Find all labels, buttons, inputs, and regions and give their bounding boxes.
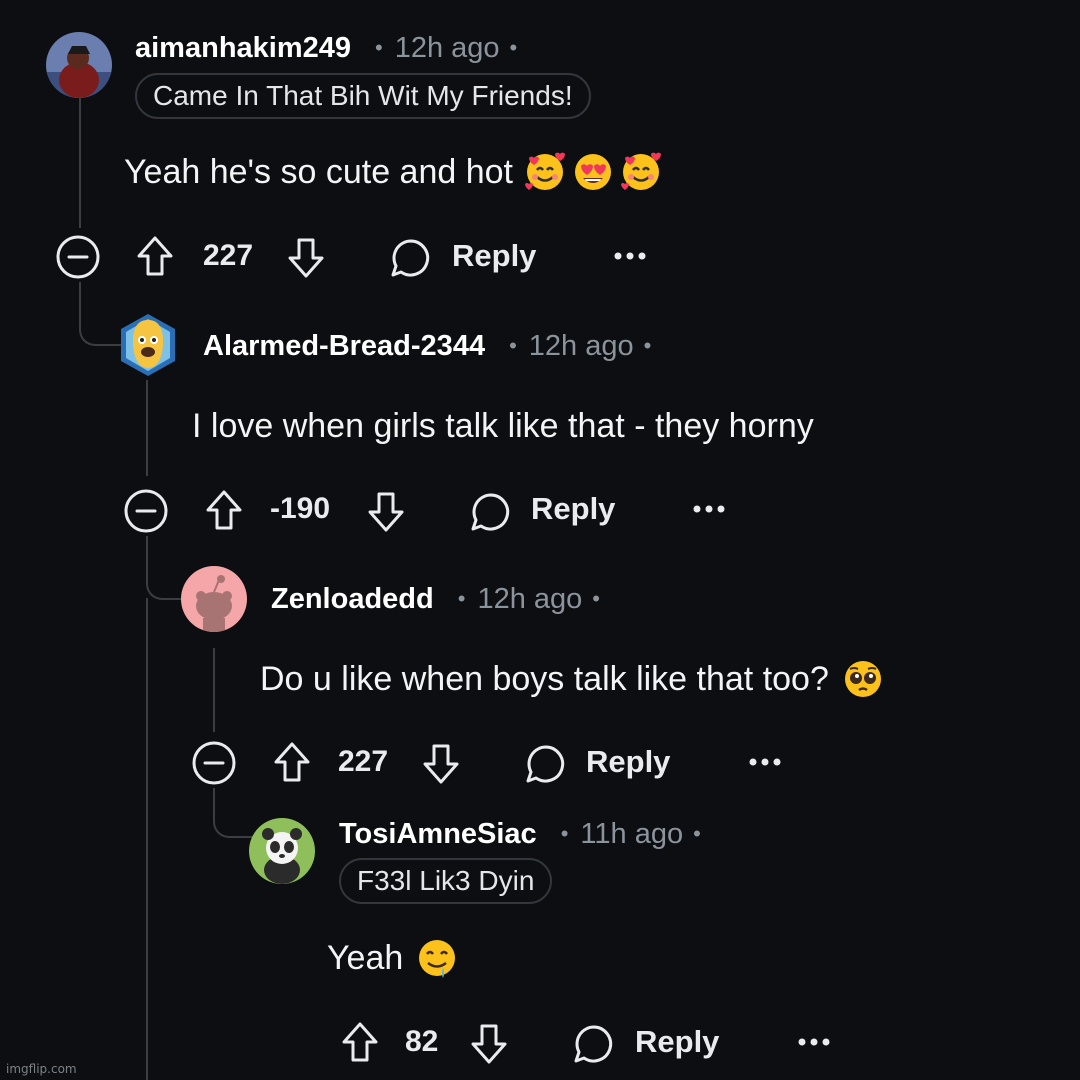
username[interactable]: Zenloadedd: [271, 583, 434, 616]
more-options-icon[interactable]: [797, 1037, 831, 1047]
collapse-icon[interactable]: [123, 488, 169, 534]
thread-elbow: [146, 536, 186, 600]
avatar[interactable]: [181, 566, 247, 632]
vote-score: -190: [270, 492, 331, 525]
heart-eyes-icon: [571, 150, 615, 194]
avatar[interactable]: [46, 32, 112, 98]
user-flair: Came In That Bih Wit My Friends!: [135, 73, 591, 119]
timestamp: 12h ago: [477, 582, 583, 615]
upvote-icon[interactable]: [204, 488, 244, 532]
upvote-icon[interactable]: [272, 740, 312, 784]
thread-elbow: [79, 282, 121, 346]
more-options-icon[interactable]: [692, 504, 726, 514]
separator-dot: •: [560, 821, 569, 846]
drooling-face-icon: [415, 936, 459, 980]
reply-bubble-icon[interactable]: [469, 490, 513, 534]
comment-header: TosiAmneSiac • 11h ago •: [339, 814, 701, 854]
user-flair: F33l Lik3 Dyin: [339, 858, 553, 904]
vote-score: 227: [338, 745, 389, 778]
smiling-face-with-hearts-icon: [619, 150, 663, 194]
avatar[interactable]: [249, 818, 315, 884]
upvote-icon[interactable]: [135, 234, 175, 278]
reply-bubble-icon[interactable]: [389, 236, 433, 280]
timestamp: 12h ago: [394, 31, 500, 64]
comment-header: Zenloadedd • 12h ago •: [271, 579, 600, 619]
watermark: imgflip.com: [6, 1062, 77, 1076]
username[interactable]: aimanhakim249: [135, 32, 351, 65]
username[interactable]: TosiAmneSiac: [339, 818, 537, 851]
downvote-icon[interactable]: [421, 742, 461, 786]
separator-dot: •: [509, 35, 518, 60]
comment-body: Do u like when boys talk like that too?: [260, 655, 885, 703]
separator-dot: •: [643, 333, 652, 358]
comment-body: Yeah: [327, 934, 459, 982]
reply-bubble-icon[interactable]: [524, 742, 568, 786]
thread-line: [213, 648, 215, 732]
reply-button[interactable]: Reply: [452, 236, 536, 276]
vote-score: 82: [405, 1025, 439, 1058]
comment-text: Yeah he's so cute and hot: [124, 152, 513, 191]
separator-dot: •: [375, 35, 383, 60]
reply-button[interactable]: Reply: [586, 742, 670, 782]
username[interactable]: Alarmed-Bread-2344: [203, 330, 485, 363]
thread-line: [146, 598, 148, 1080]
vote-score: 227: [203, 239, 254, 272]
separator-dot: •: [509, 333, 517, 358]
separator-dot: •: [457, 586, 466, 611]
smiling-face-with-hearts-icon: [523, 150, 567, 194]
thread-elbow: [213, 788, 253, 838]
more-options-icon[interactable]: [748, 757, 782, 767]
collapse-icon[interactable]: [55, 234, 101, 280]
separator-dot: •: [592, 586, 600, 611]
pleading-face-icon: [841, 657, 885, 701]
avatar[interactable]: [117, 312, 179, 378]
comment-text: I love when girls talk like that - they …: [192, 406, 814, 445]
comment-text: Yeah: [327, 938, 404, 977]
downvote-icon[interactable]: [366, 490, 406, 534]
comment-body: I love when girls talk like that - they …: [192, 402, 814, 450]
comment-header: aimanhakim249 • 12h ago •: [135, 28, 517, 68]
collapse-icon[interactable]: [191, 740, 237, 786]
downvote-icon[interactable]: [286, 236, 326, 280]
timestamp: 12h ago: [528, 329, 634, 362]
thread-line: [79, 98, 81, 228]
separator-dot: •: [693, 821, 701, 846]
comment-header: Alarmed-Bread-2344 • 12h ago •: [203, 326, 651, 366]
reply-bubble-icon[interactable]: [572, 1022, 616, 1066]
comment-text: Do u like when boys talk like that too?: [260, 659, 829, 698]
more-options-icon[interactable]: [613, 251, 647, 261]
upvote-icon[interactable]: [340, 1020, 380, 1064]
timestamp: 11h ago: [580, 817, 684, 850]
reply-button[interactable]: Reply: [635, 1022, 719, 1062]
reply-button[interactable]: Reply: [531, 489, 615, 529]
downvote-icon[interactable]: [469, 1022, 509, 1066]
comment-body: Yeah he's so cute and hot: [124, 148, 663, 196]
thread-line: [146, 380, 148, 476]
